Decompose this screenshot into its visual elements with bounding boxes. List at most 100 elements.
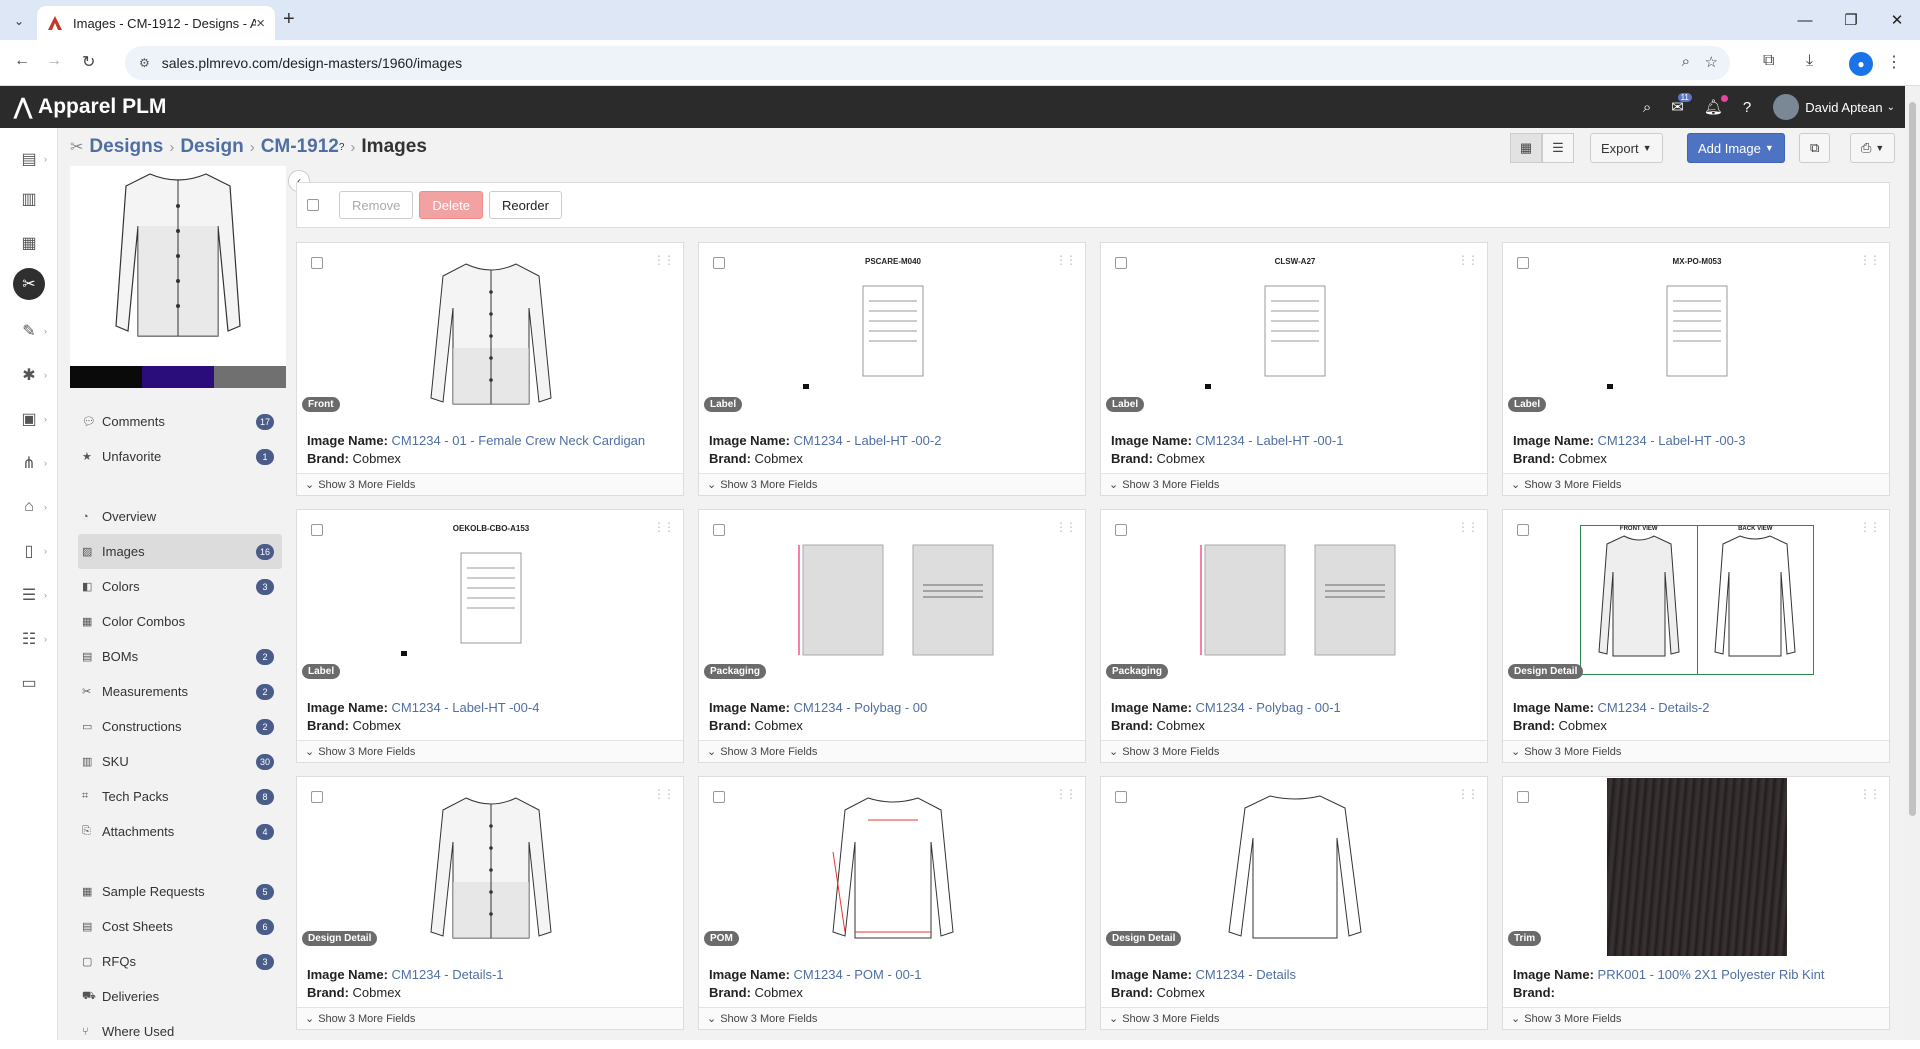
image-name-link[interactable]: CM1234 - Polybag - 00-1 — [1196, 700, 1341, 715]
browser-tab[interactable]: Images - CM-1912 - Designs - A × — [37, 6, 275, 40]
image-card[interactable]: ⋮⋮ MX-PO-M053 Label Image Name: CM1234 - La… — [1502, 242, 1890, 496]
card-checkbox[interactable] — [713, 524, 725, 536]
copy-button[interactable]: ⧉ — [1799, 133, 1831, 163]
card-image[interactable] — [1563, 778, 1831, 956]
site-info-icon[interactable]: ⚙ — [139, 56, 150, 70]
show-more-fields-toggle[interactable]: ⌄ Show 3 More Fields — [1101, 740, 1487, 762]
close-tab-icon[interactable]: × — [256, 15, 265, 32]
drag-handle-icon[interactable]: ⋮⋮ — [1055, 520, 1077, 534]
drag-handle-icon[interactable]: ⋮⋮ — [1457, 520, 1479, 534]
card-image[interactable]: OEKOLB-CBO-A153 — [357, 512, 625, 688]
card-checkbox[interactable] — [1115, 257, 1127, 269]
show-more-fields-toggle[interactable]: ⌄ Show 3 More Fields — [1503, 473, 1889, 495]
remove-button[interactable]: Remove — [339, 191, 414, 219]
show-more-fields-toggle[interactable]: ⌄ Show 3 More Fields — [1101, 473, 1487, 495]
download-icon[interactable]: ⤓ — [1806, 52, 1813, 70]
drag-handle-icon[interactable]: ⋮⋮ — [1055, 253, 1077, 267]
module-paint-icon[interactable]: ✎ — [18, 320, 40, 342]
drag-handle-icon[interactable]: ⋮⋮ — [1055, 787, 1077, 801]
show-more-fields-toggle[interactable]: ⌄ Show 3 More Fields — [297, 473, 683, 495]
select-all-checkbox[interactable] — [307, 199, 319, 211]
image-card[interactable]: ⋮⋮ OEKOLB-CBO-A153 Label Image Name: CM1234… — [296, 509, 684, 763]
image-card[interactable]: ⋮⋮ FRONT VIEW BACK VIEW Design Detail Image … — [1502, 509, 1890, 763]
drag-handle-icon[interactable]: ⋮⋮ — [1859, 520, 1881, 534]
image-card[interactable]: ⋮⋮ POM Image Name: CM1234 - POM - 00-1 Bran… — [698, 776, 1086, 1030]
sidebar-item-comments[interactable]: 💬︎ Comments 17 — [78, 404, 282, 439]
image-card[interactable]: ⋮⋮ CLSW-A27 Label Image Name: CM1234 - Labe… — [1100, 242, 1488, 496]
card-checkbox[interactable] — [1115, 791, 1127, 803]
new-tab-icon[interactable]: + — [283, 8, 295, 31]
image-card[interactable]: ⋮⋮ Design Detail Image Name: CM1234 - Deta… — [296, 776, 684, 1030]
grid-view-button[interactable]: ▦ — [1510, 133, 1542, 163]
design-thumbnail[interactable] — [70, 166, 286, 366]
card-image[interactable] — [759, 779, 1027, 955]
image-name-link[interactable]: CM1234 - Details — [1196, 967, 1296, 982]
help-icon[interactable]: ? — [1743, 99, 1751, 116]
card-checkbox[interactable] — [713, 791, 725, 803]
search-icon[interactable]: ⌕ — [1643, 99, 1651, 116]
image-name-link[interactable]: CM1234 - POM - 00-1 — [794, 967, 922, 982]
sidebar-item-sku[interactable]: ▥ SKU 30 — [78, 744, 282, 779]
breadcrumb-design[interactable]: Design — [180, 136, 243, 158]
sidebar-item-cost-sheets[interactable]: ▤ Cost Sheets 6 — [78, 909, 282, 944]
module-checklist-icon[interactable]: ☷ — [18, 628, 40, 650]
module-documents-icon[interactable]: ▥ — [18, 188, 40, 210]
profile-avatar-icon[interactable]: ● — [1849, 52, 1873, 76]
swatch-black[interactable] — [70, 366, 142, 388]
sidebar-item-tech-packs[interactable]: ⌗ Tech Packs 8 — [78, 779, 282, 814]
image-name-link[interactable]: CM1234 - Details-2 — [1598, 700, 1710, 715]
card-image[interactable] — [759, 512, 1027, 688]
breadcrumb-design-code[interactable]: CM-1912 — [261, 136, 339, 158]
image-card[interactable]: ⋮⋮ Packaging Image Name: CM1234 - Polybag … — [698, 509, 1086, 763]
image-name-link[interactable]: CM1234 - Label-HT -00-4 — [392, 700, 540, 715]
sidebar-item-rfqs[interactable]: ▢ RFQs 3 — [78, 944, 282, 979]
drag-handle-icon[interactable]: ⋮⋮ — [1859, 787, 1881, 801]
user-menu[interactable]: David Aptean ⌄ — [1773, 94, 1895, 120]
page-scrollbar[interactable] — [1905, 86, 1920, 1040]
drag-handle-icon[interactable]: ⋮⋮ — [653, 253, 675, 267]
module-list-icon[interactable]: ☰ — [18, 584, 40, 606]
sidebar-item-where-used[interactable]: ⑂ Where Used — [78, 1014, 282, 1049]
swatch-grey[interactable] — [214, 366, 286, 388]
restore-icon[interactable]: ❐ — [1828, 0, 1874, 40]
card-checkbox[interactable] — [311, 257, 323, 269]
image-name-link[interactable]: PRK001 - 100% 2X1 Polyester Rib Kint — [1598, 967, 1825, 982]
sidebar-item-images[interactable]: ▨ Images 16 — [78, 534, 282, 569]
card-checkbox[interactable] — [311, 524, 323, 536]
module-mobile-icon[interactable]: ▯ — [18, 540, 40, 562]
sidebar-item-deliveries[interactable]: ⛟ Deliveries — [78, 979, 282, 1014]
sidebar-item-color-combos[interactable]: ▦ Color Combos — [78, 604, 282, 639]
card-checkbox[interactable] — [1115, 524, 1127, 536]
export-button[interactable]: Export ▼ — [1590, 133, 1663, 163]
show-more-fields-toggle[interactable]: ⌄ Show 3 More Fields — [1503, 740, 1889, 762]
print-button[interactable]: ⎙ ▼ — [1850, 133, 1896, 163]
breadcrumb-designs[interactable]: Designs — [89, 136, 163, 158]
drag-handle-icon[interactable]: ⋮⋮ — [1457, 253, 1479, 267]
card-checkbox[interactable] — [1517, 257, 1529, 269]
image-name-link[interactable]: CM1234 - Details-1 — [392, 967, 504, 982]
image-name-link[interactable]: CM1234 - 01 - Female Crew Neck Cardigan — [392, 433, 646, 448]
show-more-fields-toggle[interactable]: ⌄ Show 3 More Fields — [1503, 1007, 1889, 1029]
drag-handle-icon[interactable]: ⋮⋮ — [653, 520, 675, 534]
show-more-fields-toggle[interactable]: ⌄ Show 3 More Fields — [297, 740, 683, 762]
image-card[interactable]: ⋮⋮ Trim Image Name: PRK001 - 100% 2X1 Poly… — [1502, 776, 1890, 1030]
module-board-icon[interactable]: ▦ — [18, 232, 40, 254]
module-designs-icon[interactable]: ✂ — [13, 268, 45, 300]
sidebar-item-attachments[interactable]: ⎘ Attachments 4 — [78, 814, 282, 849]
image-card[interactable]: ⋮⋮ PSCARE-M040 Label Image Name: CM1234 - L… — [698, 242, 1086, 496]
card-image[interactable] — [1161, 779, 1429, 955]
delete-button[interactable]: Delete — [419, 191, 483, 219]
back-icon[interactable]: ← — [14, 52, 30, 70]
image-name-link[interactable]: CM1234 - Label-HT -00-2 — [794, 433, 942, 448]
card-image[interactable]: PSCARE-M040 — [759, 245, 1027, 421]
image-card[interactable]: ⋮⋮ Front Image Name: CM1234 - 01 - Female … — [296, 242, 684, 496]
tab-search-icon[interactable]: ⌄ — [8, 10, 30, 32]
sidebar-item-colors[interactable]: ◧ Colors 3 — [78, 569, 282, 604]
card-image[interactable]: MX-PO-M053 — [1563, 245, 1831, 421]
card-checkbox[interactable] — [311, 791, 323, 803]
browser-menu-icon[interactable]: ⋮ — [1886, 52, 1902, 72]
swatch-navy[interactable] — [142, 366, 214, 388]
image-card[interactable]: ⋮⋮ Design Detail Image Name: CM1234 - Deta… — [1100, 776, 1488, 1030]
show-more-fields-toggle[interactable]: ⌄ Show 3 More Fields — [699, 473, 1085, 495]
drag-handle-icon[interactable]: ⋮⋮ — [653, 787, 675, 801]
